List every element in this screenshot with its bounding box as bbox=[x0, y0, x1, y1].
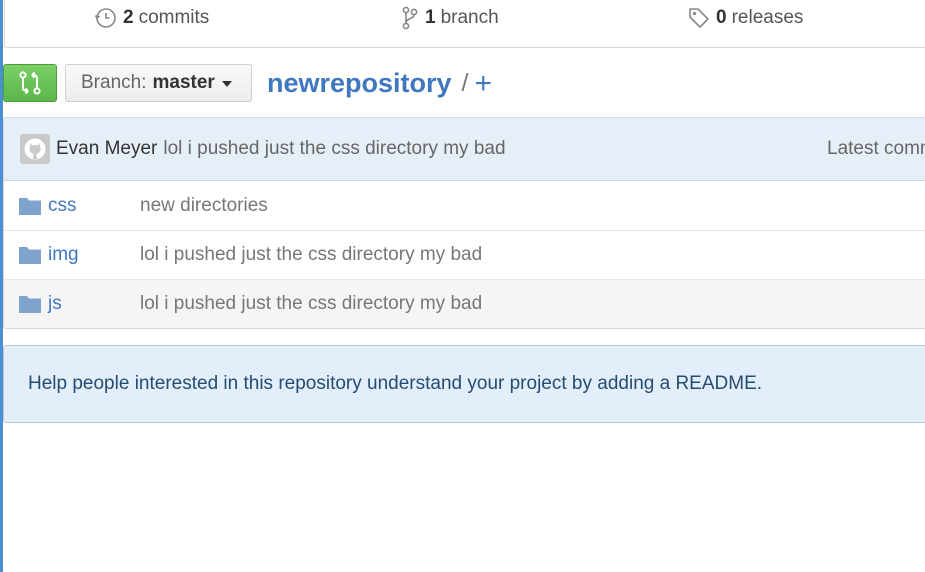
file-commit-message[interactable]: new directories bbox=[140, 195, 268, 217]
file-name-link[interactable]: img bbox=[48, 244, 140, 266]
file-table: Evan Meyer lol i pushed just the css dir… bbox=[3, 117, 925, 329]
latest-commit-label: Latest comm bbox=[827, 138, 925, 159]
compare-button[interactable] bbox=[3, 64, 57, 102]
branch-name: master bbox=[152, 72, 215, 93]
commits-count: 2 bbox=[123, 7, 134, 28]
compare-icon bbox=[19, 71, 41, 95]
readme-prompt: Help people interested in this repositor… bbox=[3, 345, 925, 423]
latest-commit-bar: Evan Meyer lol i pushed just the css dir… bbox=[4, 118, 925, 181]
branches-link[interactable]: 1 branch bbox=[401, 6, 499, 30]
folder-icon bbox=[19, 295, 41, 313]
history-icon bbox=[95, 8, 116, 28]
github-octocat-icon bbox=[24, 138, 46, 160]
commits-label: commits bbox=[138, 7, 210, 28]
file-name-link[interactable]: css bbox=[48, 195, 140, 217]
avatar[interactable] bbox=[20, 134, 50, 164]
branch-selector[interactable]: Branch: master bbox=[65, 64, 252, 102]
breadcrumb-separator: / bbox=[461, 68, 469, 97]
repo-summary-bar: 2 commits 1 branch 0 releases bbox=[4, 0, 925, 48]
releases-label: releases bbox=[731, 7, 804, 28]
git-branch-icon bbox=[402, 6, 418, 30]
branch-prefix: Branch: bbox=[81, 72, 147, 93]
folder-icon bbox=[19, 246, 41, 264]
add-file-button[interactable]: + bbox=[475, 69, 493, 99]
tag-icon bbox=[689, 8, 709, 28]
commit-message[interactable]: lol i pushed just the css directory my b… bbox=[163, 138, 505, 160]
file-name-link[interactable]: js bbox=[48, 293, 140, 315]
file-commit-message[interactable]: lol i pushed just the css directory my b… bbox=[140, 293, 482, 315]
file-commit-message[interactable]: lol i pushed just the css directory my b… bbox=[140, 244, 482, 266]
branches-count: 1 bbox=[425, 7, 436, 28]
breadcrumb: newrepository / + bbox=[267, 64, 492, 102]
branches-label: branch bbox=[440, 7, 499, 28]
readme-prompt-text: Help people interested in this repositor… bbox=[28, 373, 763, 394]
repo-name-link[interactable]: newrepository bbox=[267, 68, 452, 99]
chevron-down-icon bbox=[221, 81, 232, 87]
releases-count: 0 bbox=[716, 7, 727, 28]
file-row[interactable]: img lol i pushed just the css directory … bbox=[4, 230, 925, 279]
releases-link[interactable]: 0 releases bbox=[688, 6, 803, 30]
file-row[interactable]: css new directories bbox=[4, 181, 925, 230]
file-row[interactable]: js lol i pushed just the css directory m… bbox=[4, 279, 925, 328]
commits-link[interactable]: 2 commits bbox=[95, 6, 209, 30]
commit-author[interactable]: Evan Meyer bbox=[56, 138, 157, 160]
folder-icon bbox=[19, 197, 41, 215]
